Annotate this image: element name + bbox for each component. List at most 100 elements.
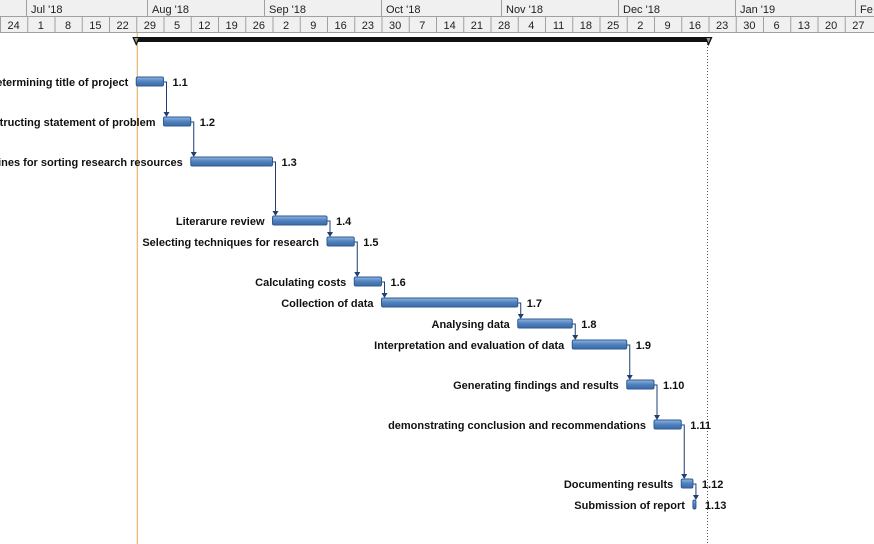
dependency-link	[681, 424, 685, 478]
month-label: Aug '18	[152, 4, 189, 16]
task-1-8[interactable]: Analysing data 1.8	[432, 318, 597, 331]
task-bar[interactable]	[190, 156, 273, 167]
task-bar[interactable]	[680, 478, 694, 489]
task-1-11[interactable]: demonstrating conclusion and recommendat…	[388, 419, 711, 432]
summary-bar[interactable]	[136, 37, 709, 42]
week-label: 9	[310, 20, 316, 32]
week-label: 16	[689, 20, 701, 32]
gantt-chart[interactable]: Jul '18 Aug '18 Sep '18 Oct '18 Nov '18 Dec '…	[0, 0, 874, 544]
task-bar[interactable]	[381, 297, 519, 308]
task-bars[interactable]: Determining title of project 1.1 Construct…	[0, 76, 726, 512]
dependency-arrow	[517, 314, 524, 319]
task-name: Establishing deadlines for sorting resea…	[0, 157, 183, 169]
task-id: 1.9	[636, 340, 651, 352]
task-1-1[interactable]: Determining title of project 1.1	[0, 76, 188, 89]
week-label: 27	[852, 20, 864, 32]
dependency-arrow	[327, 232, 333, 237]
month-label: Oct '18	[386, 4, 421, 16]
task-bar[interactable]	[163, 116, 192, 127]
dependency-link	[626, 344, 631, 379]
task-bar[interactable]	[626, 379, 655, 390]
task-id: 1.1	[173, 77, 188, 89]
week-label: 2	[283, 20, 289, 32]
task-id: 1.6	[391, 277, 406, 289]
week-label: 16	[334, 20, 346, 32]
week-label: 4	[528, 20, 534, 32]
week-label: 26	[253, 20, 265, 32]
task-name: Selecting techniques for research	[142, 237, 319, 249]
task-id: 1.13	[705, 500, 726, 512]
task-bar[interactable]	[692, 499, 697, 510]
dependency-arrow	[572, 335, 579, 340]
week-label: 1	[38, 20, 44, 32]
dependency-arrow	[692, 495, 699, 500]
week-label: 14	[443, 20, 455, 32]
week-label: 21	[471, 20, 483, 32]
week-label: 5	[174, 20, 180, 32]
week-label: 9	[665, 20, 671, 32]
task-1-13[interactable]: Submission of report 1.13	[574, 499, 726, 512]
dependency-arrow	[626, 375, 633, 380]
task-bar[interactable]	[272, 215, 328, 226]
dependency-arrow	[381, 293, 388, 298]
task-id: 1.7	[527, 298, 542, 310]
week-label: 11	[553, 20, 564, 32]
month-label: Dec '18	[623, 4, 660, 16]
task-bar[interactable]	[326, 236, 355, 247]
task-id: 1.5	[363, 237, 378, 249]
week-label: 18	[580, 20, 592, 32]
month-label: Fe	[860, 4, 873, 16]
task-1-7[interactable]: Collection of data 1.7	[281, 297, 542, 310]
month-label: Sep '18	[269, 4, 306, 16]
task-id: 1.2	[200, 117, 215, 129]
task-id: 1.4	[336, 216, 352, 228]
task-id: 1.8	[581, 319, 596, 331]
dependency-arrow	[163, 112, 170, 117]
month-label: Jan '19	[740, 4, 775, 16]
week-label: 20	[825, 20, 837, 32]
task-name: Interpretation and evaluation of data	[374, 340, 565, 352]
week-label: 6	[774, 20, 780, 32]
timescale-header: Jul '18 Aug '18 Sep '18 Oct '18 Nov '18 Dec '…	[0, 0, 874, 33]
dependency-arrow	[354, 272, 361, 277]
dependency-arrow	[654, 415, 660, 420]
task-name: Submission of report	[574, 500, 685, 512]
month-label: Nov '18	[506, 4, 543, 16]
week-label: 30	[743, 20, 755, 32]
task-name: Constructing statement of problem	[0, 117, 156, 129]
week-label: 23	[362, 20, 374, 32]
task-id: 1.11	[690, 420, 711, 432]
week-label: 19	[225, 20, 237, 32]
timeline-gridlines	[136, 33, 708, 544]
task-1-9[interactable]: Interpretation and evaluation of data 1.9	[374, 339, 651, 352]
task-bar[interactable]	[517, 318, 573, 329]
task-1-6[interactable]: Calculating costs 1.6	[255, 276, 406, 289]
dependency-link	[190, 121, 195, 156]
week-label: 29	[144, 20, 156, 32]
task-bar[interactable]	[571, 339, 628, 350]
week-label: 13	[798, 20, 810, 32]
task-1-3[interactable]: Establishing deadlines for sorting resea…	[0, 156, 297, 169]
task-1-5[interactable]: Selecting techniques for research 1.5	[142, 236, 379, 249]
week-label: 8	[65, 20, 71, 32]
task-1-10[interactable]: Generating findings and results 1.10	[453, 379, 684, 392]
week-label: 23	[716, 20, 728, 32]
task-bar[interactable]	[135, 76, 164, 87]
week-label: 30	[389, 20, 401, 32]
month-label: Jul '18	[31, 4, 62, 16]
week-label: 25	[607, 20, 619, 32]
task-1-12[interactable]: Documenting results 1.12	[564, 478, 724, 491]
project-summary-bar[interactable]	[132, 37, 713, 46]
task-bar[interactable]	[353, 276, 382, 287]
week-label: 22	[116, 20, 128, 32]
dependency-link	[654, 384, 658, 419]
task-1-4[interactable]: Literarure review 1.4	[176, 215, 352, 228]
week-label: 28	[498, 20, 510, 32]
task-name: Literarure review	[176, 216, 265, 228]
task-1-2[interactable]: Constructing statement of problem 1.2	[0, 116, 215, 129]
dependency-links	[163, 81, 699, 500]
task-name: Calculating costs	[255, 277, 346, 289]
task-bar[interactable]	[653, 419, 682, 430]
task-id: 1.3	[282, 157, 297, 169]
week-label: 2	[637, 20, 643, 32]
